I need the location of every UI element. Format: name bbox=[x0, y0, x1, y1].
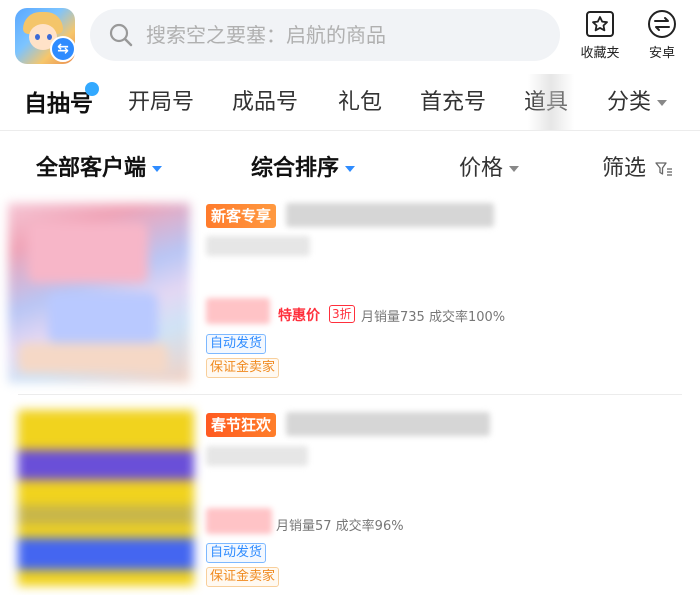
product-thumbnail[interactable] bbox=[8, 203, 190, 383]
avatar-eye bbox=[47, 34, 52, 40]
product-subtitle bbox=[206, 446, 308, 466]
client-filter[interactable]: 全部客户端 bbox=[36, 150, 163, 182]
divider bbox=[18, 394, 682, 395]
filter-funnel-icon bbox=[655, 162, 673, 176]
screen-filter[interactable]: 筛选 bbox=[602, 150, 673, 182]
notification-dot bbox=[85, 82, 99, 96]
top-header: ⇆ 收藏夹 安卓 bbox=[0, 0, 700, 72]
product-price bbox=[206, 298, 270, 324]
chevron-down-icon bbox=[345, 166, 356, 172]
tab-finished-account[interactable]: 成品号 bbox=[232, 84, 298, 116]
swap-game-icon[interactable]: ⇆ bbox=[50, 36, 76, 62]
auto-delivery-badge: 自动发货 bbox=[206, 543, 267, 563]
special-price-label: 特惠价 bbox=[278, 308, 320, 324]
chevron-down-icon bbox=[657, 100, 668, 106]
client-filter-label: 全部客户端 bbox=[36, 156, 147, 181]
tab-categories[interactable]: 分类 bbox=[607, 84, 668, 116]
tab-starter-account[interactable]: 开局号 bbox=[128, 84, 194, 116]
avatar-eye bbox=[35, 34, 40, 40]
search-input[interactable] bbox=[146, 9, 546, 61]
android-label: 安卓 bbox=[648, 46, 675, 61]
chevron-down-icon bbox=[152, 166, 163, 172]
product-thumbnail[interactable] bbox=[18, 410, 194, 586]
discount-badge: 3折 bbox=[329, 305, 355, 323]
promo-tag: 春节狂欢 bbox=[206, 413, 277, 437]
sort-filter[interactable]: 综合排序 bbox=[251, 150, 356, 182]
category-tabs: 自抽号 开局号 成品号 礼包 首充号 道具 分类 bbox=[0, 74, 700, 128]
deposit-seller-badge: 保证金卖家 bbox=[206, 567, 280, 587]
swap-arrows-icon bbox=[648, 10, 676, 38]
screen-filter-label: 筛选 bbox=[602, 156, 647, 181]
search-icon bbox=[109, 23, 133, 47]
price-filter-label: 价格 bbox=[459, 156, 504, 181]
sales-stats: 月销量735 成交率100% bbox=[361, 310, 506, 325]
sort-filter-label: 综合排序 bbox=[251, 156, 340, 181]
tab-first-recharge[interactable]: 首充号 bbox=[420, 84, 486, 116]
search-bar[interactable] bbox=[90, 9, 560, 61]
divider bbox=[0, 130, 700, 131]
android-switch-button[interactable]: 安卓 bbox=[637, 9, 687, 63]
favorites-star-icon bbox=[586, 11, 614, 37]
tab-gift-pack[interactable]: 礼包 bbox=[338, 84, 382, 116]
auto-delivery-badge: 自动发货 bbox=[206, 334, 267, 354]
tab-self-draw[interactable]: 自抽号 bbox=[24, 84, 93, 118]
price-filter[interactable]: 价格 bbox=[459, 150, 520, 182]
product-title bbox=[286, 412, 490, 436]
favorites-button[interactable]: 收藏夹 bbox=[575, 9, 625, 63]
favorites-label: 收藏夹 bbox=[580, 46, 620, 61]
sales-stats: 月销量57 成交率96% bbox=[276, 519, 404, 534]
tab-categories-label: 分类 bbox=[607, 90, 652, 115]
product-title bbox=[286, 203, 494, 227]
chevron-down-icon bbox=[509, 166, 520, 172]
product-subtitle bbox=[206, 236, 310, 256]
product-price bbox=[206, 508, 272, 534]
tab-scroll-fade bbox=[528, 74, 574, 130]
deposit-seller-badge: 保证金卖家 bbox=[206, 358, 280, 378]
promo-tag: 新客专享 bbox=[206, 204, 277, 228]
